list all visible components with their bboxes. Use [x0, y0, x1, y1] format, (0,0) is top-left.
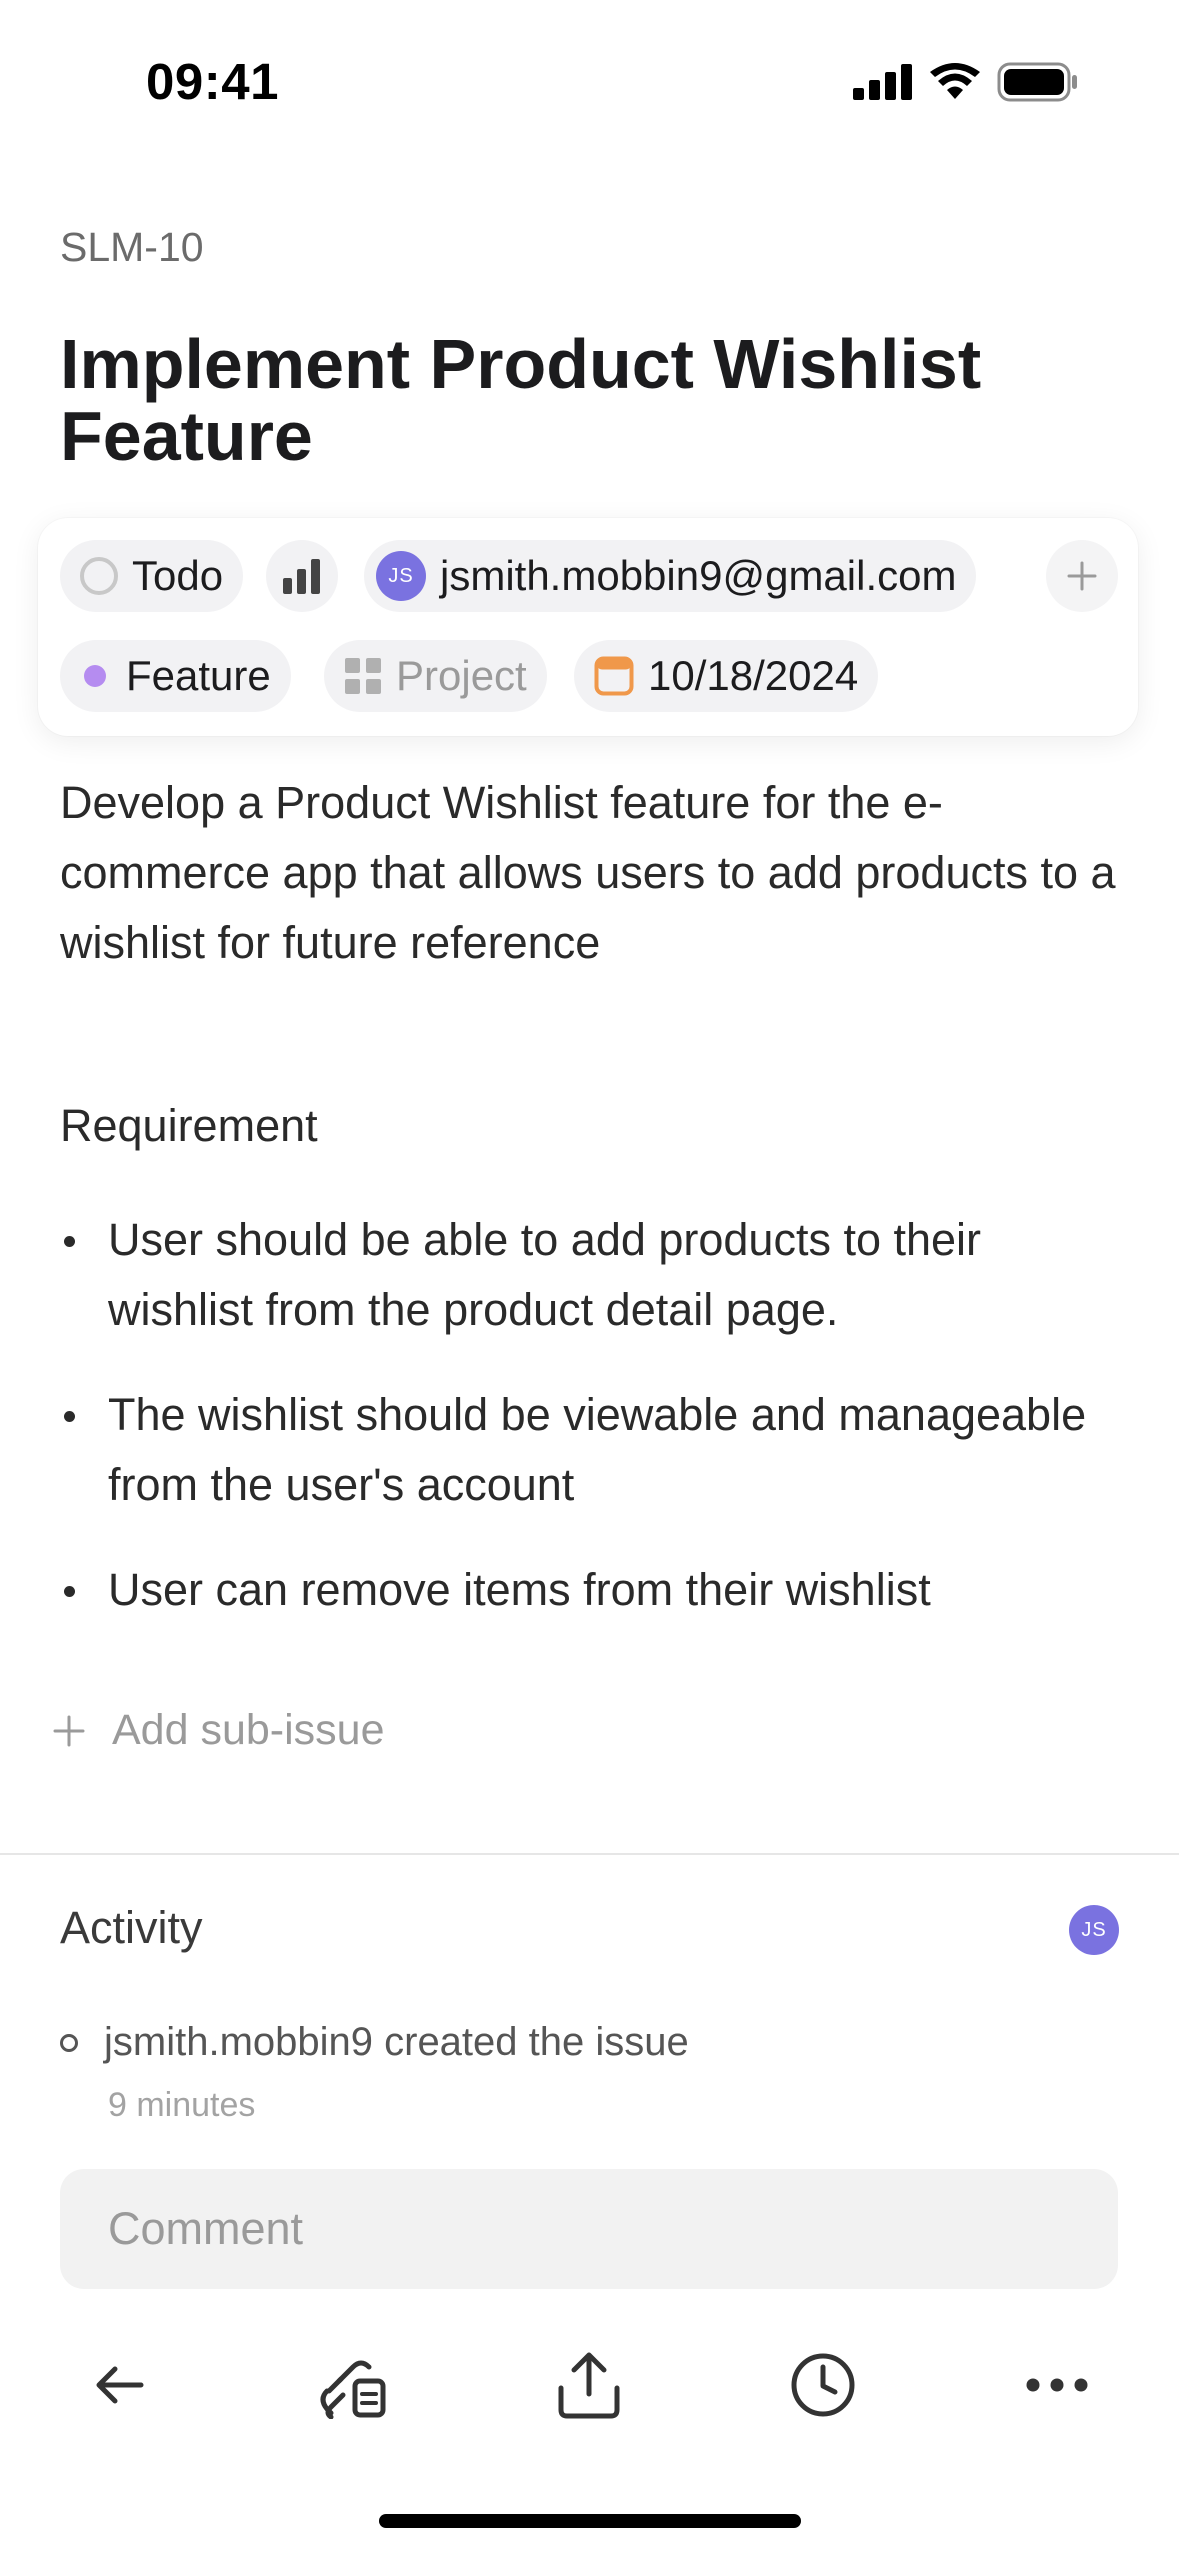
- home-indicator: [379, 2514, 801, 2528]
- label-name: Feature: [126, 652, 271, 699]
- battery-icon: [997, 62, 1077, 102]
- activity-text: jsmith.mobbin9 created the issue: [104, 2020, 689, 2064]
- signal-icon: [853, 64, 912, 100]
- divider: [0, 1853, 1179, 1855]
- issue-properties-card: Todo JS jsmith.mobbin9@gmail.com Feature…: [38, 518, 1138, 736]
- avatar[interactable]: JS: [1069, 1905, 1119, 1955]
- add-sub-issue-label: Add sub-issue: [112, 1706, 385, 1754]
- plus-icon: [1067, 561, 1097, 591]
- status-chip[interactable]: Todo: [60, 540, 244, 612]
- add-property-button[interactable]: [1046, 540, 1118, 612]
- copy-link-button[interactable]: [308, 2340, 398, 2430]
- share-button[interactable]: [544, 2340, 634, 2430]
- assignee-chip[interactable]: JS jsmith.mobbin9@gmail.com: [364, 540, 977, 612]
- requirement-heading: Requirement: [60, 1100, 318, 1151]
- share-icon: [558, 2352, 620, 2419]
- calendar-icon: [594, 656, 634, 696]
- history-icon: [791, 2353, 855, 2417]
- copy-link-icon: [320, 2360, 386, 2419]
- bar-chart-icon: [283, 559, 320, 594]
- more-button[interactable]: [1012, 2340, 1102, 2430]
- wifi-icon: [930, 63, 980, 99]
- issue-title[interactable]: Implement Product Wishlist Feature: [60, 328, 1120, 472]
- activity-dot-icon: [60, 2033, 78, 2052]
- todo-status-icon: [80, 557, 118, 595]
- due-date: 10/18/2024: [648, 652, 859, 699]
- assignee-email: jsmith.mobbin9@gmail.com: [440, 552, 957, 599]
- issue-id: SLM-10: [60, 224, 204, 270]
- back-arrow-icon: [96, 2366, 144, 2404]
- label-chip[interactable]: Feature: [60, 640, 291, 712]
- status-label: Todo: [132, 552, 224, 599]
- requirements-list: User should be able to add products to t…: [60, 1205, 1120, 1660]
- activity-item: jsmith.mobbin9 created the issue: [60, 2020, 689, 2065]
- more-icon: [1026, 2378, 1088, 2392]
- list-item: User can remove items from their wishlis…: [60, 1555, 1120, 1625]
- plus-icon: [53, 1715, 85, 1746]
- due-date-chip[interactable]: 10/18/2024: [574, 640, 879, 712]
- add-sub-issue-button[interactable]: Add sub-issue: [52, 1706, 385, 1755]
- activity-time: 9 minutes: [108, 2086, 256, 2124]
- project-label: Project: [396, 652, 527, 699]
- activity-title: Activity: [60, 1902, 203, 1953]
- back-button[interactable]: [74, 2340, 164, 2430]
- issue-description[interactable]: Develop a Product Wishlist feature for t…: [60, 768, 1120, 978]
- list-item: User should be able to add products to t…: [60, 1205, 1120, 1345]
- assignee-avatar: JS: [376, 551, 426, 601]
- project-grid-icon: [345, 658, 381, 694]
- status-icons: [853, 62, 1079, 102]
- project-chip[interactable]: Project: [324, 640, 547, 712]
- history-button[interactable]: [778, 2340, 868, 2430]
- priority-chip[interactable]: [266, 540, 338, 612]
- status-time: 09:41: [146, 53, 279, 110]
- comment-input[interactable]: Comment: [60, 2169, 1118, 2289]
- list-item: The wishlist should be viewable and mana…: [60, 1380, 1120, 1520]
- label-color-dot: [84, 665, 106, 687]
